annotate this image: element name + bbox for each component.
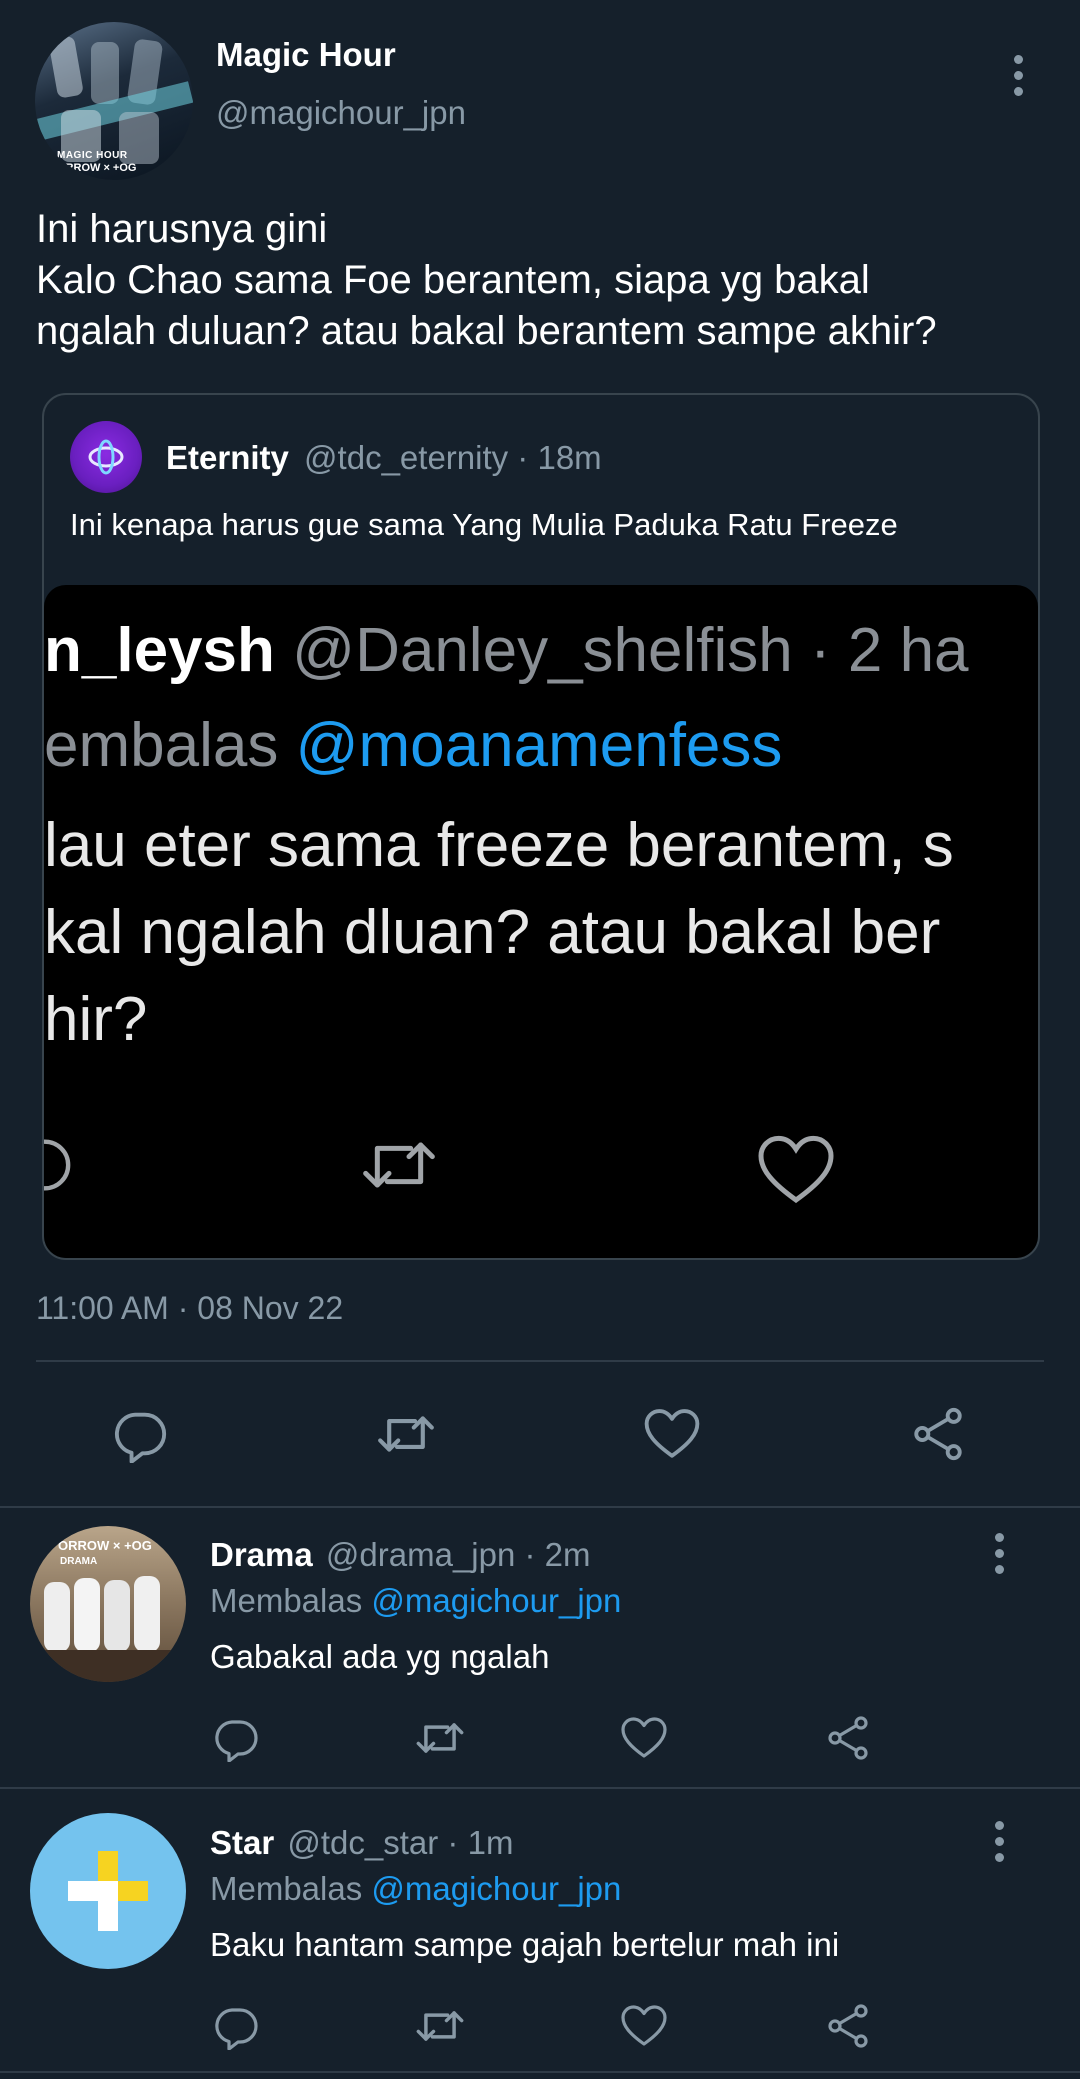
main-reply-button[interactable]: [108, 1402, 172, 1466]
image-text-replying: embalas: [44, 711, 296, 780]
retweet-icon: [414, 1712, 466, 1764]
reply-avatar-drama[interactable]: ORROW × +OG DRAMA: [30, 1526, 186, 1682]
share-icon: [824, 1714, 872, 1762]
replying-label: Membalas: [210, 1582, 372, 1619]
reply-retweet-button[interactable]: [408, 1994, 472, 2058]
main-tweet-line-1: Ini harusnya gini: [36, 207, 328, 251]
main-tweet-display-name[interactable]: Magic Hour: [216, 36, 396, 74]
reply-share-button[interactable]: [816, 1706, 880, 1770]
image-text-line-4: kal ngalah dluan? atau bakal ber: [44, 898, 941, 967]
reply-like-button[interactable]: [612, 1994, 676, 2058]
image-text-mention: @moanamenfess: [295, 711, 783, 780]
reply-share-button[interactable]: [816, 1994, 880, 2058]
divider: [0, 1506, 1080, 1508]
main-tweet-handle[interactable]: @magichour_jpn: [216, 94, 466, 132]
divider: [0, 1787, 1080, 1789]
quoted-tweet-meta: @tdc_eternity · 18m: [304, 439, 602, 476]
image-text-line-3: lau eter sama freeze berantem, s: [44, 811, 954, 880]
drama-avatar-caption-1: ORROW × +OG: [58, 1538, 152, 1553]
reply-icon: [212, 1714, 260, 1762]
reply-reply-button[interactable]: [204, 1706, 268, 1770]
image-retweet-icon: [359, 1125, 439, 1205]
image-text-username: n_leysh: [44, 616, 275, 685]
reply-text-star: Baku hantam sampe gajah bertelur mah ini: [210, 1926, 840, 1963]
eternity-logo-icon: [84, 435, 128, 479]
reply-reply-button[interactable]: [204, 1994, 268, 2058]
reply-display-name-star[interactable]: Star: [210, 1824, 274, 1861]
reply-more-icon[interactable]: [979, 1528, 1019, 1578]
main-tweet-avatar[interactable]: MAGIC HOUR ORROW × +OG: [35, 22, 193, 180]
heart-icon: [620, 2002, 668, 2050]
main-like-button[interactable]: [640, 1402, 704, 1466]
image-text-handle: @Danley_shelfish · 2 ha: [274, 616, 969, 685]
image-text-line-5: hir?: [44, 985, 148, 1054]
divider: [0, 2071, 1080, 2073]
replying-to-link[interactable]: @magichour_jpn: [371, 1582, 621, 1619]
main-avatar-caption-2: ORROW × +OG: [57, 162, 137, 174]
reply-icon: [111, 1405, 169, 1463]
main-share-button[interactable]: [906, 1402, 970, 1466]
share-icon: [909, 1405, 967, 1463]
heart-icon: [620, 1714, 668, 1762]
main-tweet-line-3: ngalah duluan? atau bakal berantem sampe…: [36, 309, 937, 353]
reply-retweet-button[interactable]: [408, 1706, 472, 1770]
main-tweet-timestamp: 11:00 AM · 08 Nov 22: [36, 1290, 344, 1326]
main-tweet-text: Ini harusnya gini Kalo Chao sama Foe ber…: [36, 204, 937, 357]
quoted-tweet-display-name[interactable]: Eternity: [166, 439, 289, 476]
quoted-tweet-text: Ini kenapa harus gue sama Yang Mulia Pad…: [70, 507, 898, 542]
main-avatar-caption-1: MAGIC HOUR: [57, 150, 128, 161]
drama-avatar-caption-2: DRAMA: [60, 1556, 98, 1567]
reply-like-button[interactable]: [612, 1706, 676, 1770]
image-heart-icon: [756, 1130, 836, 1210]
reply-meta-drama: @drama_jpn · 2m: [325, 1536, 591, 1573]
reply-meta-star: @tdc_star · 1m: [287, 1824, 514, 1861]
heart-icon: [643, 1405, 701, 1463]
replying-to-link[interactable]: @magichour_jpn: [371, 1870, 621, 1907]
retweet-icon: [375, 1403, 437, 1465]
reply-avatar-star[interactable]: [30, 1813, 186, 1969]
main-tweet-more-icon[interactable]: [998, 50, 1038, 100]
reply-text-drama: Gabakal ada yg ngalah: [210, 1638, 550, 1675]
quoted-tweet-image[interactable]: n_leysh @Danley_shelfish · 2 ha embalas …: [44, 585, 1038, 1258]
image-reply-icon: [44, 1130, 74, 1200]
replying-label: Membalas: [210, 1870, 372, 1907]
share-icon: [824, 2002, 872, 2050]
quoted-tweet-avatar[interactable]: [70, 421, 142, 493]
reply-more-icon[interactable]: [979, 1816, 1019, 1866]
retweet-icon: [414, 2000, 466, 2052]
reply-icon: [212, 2002, 260, 2050]
main-retweet-button[interactable]: [374, 1402, 438, 1466]
divider: [36, 1360, 1044, 1362]
quoted-tweet-card[interactable]: Eternity @tdc_eternity · 18m Ini kenapa …: [42, 393, 1040, 1260]
reply-display-name-drama[interactable]: Drama: [210, 1536, 313, 1573]
main-tweet-line-2: Kalo Chao sama Foe berantem, siapa yg ba…: [36, 258, 870, 302]
star-plus-icon: [68, 1851, 148, 1931]
